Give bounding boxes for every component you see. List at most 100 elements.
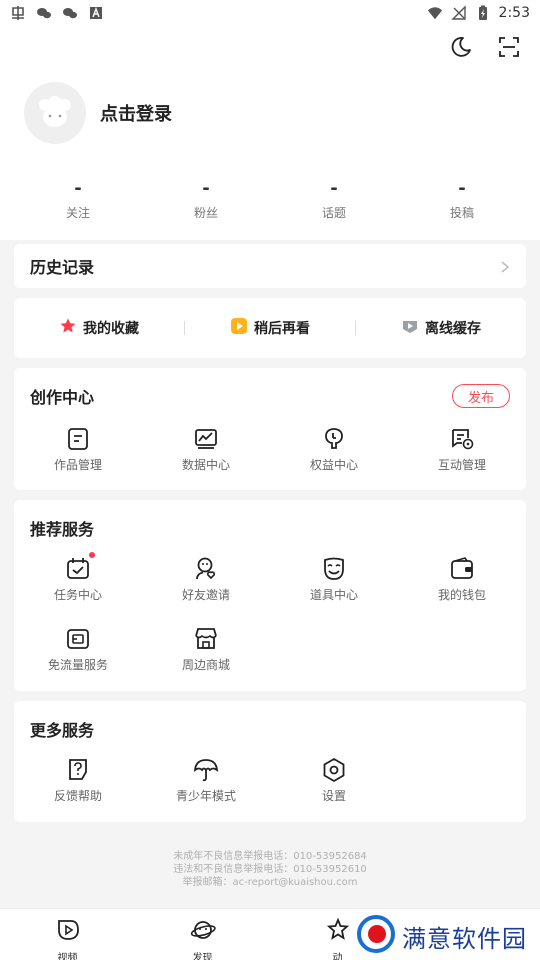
grid-label: 权益中心: [309, 458, 358, 472]
app-notification-icon: [10, 5, 26, 21]
quick-links: 我的收藏 稍后再看 离线缓存: [14, 298, 526, 358]
a-notification-icon: [88, 5, 104, 21]
task-center[interactable]: 任务中心: [14, 552, 142, 603]
avatar[interactable]: [24, 82, 86, 144]
section-title: 推荐服务: [30, 520, 95, 539]
works-icon: [65, 426, 91, 452]
creation-center-card: 创作中心 发布 作品管理 数据中心 权益中心 互动管理: [14, 368, 526, 490]
grid-label: 好友邀请: [181, 588, 230, 602]
footer-line: 未成年不良信息举报电话：010-53952684: [173, 851, 367, 862]
stat-value: -: [202, 178, 210, 199]
grid-label: 周边商城: [181, 658, 230, 672]
stats-row: - 关注 - 粉丝 - 话题 - 投稿: [14, 180, 526, 221]
nav-discover[interactable]: 发现: [135, 909, 270, 960]
play-later-icon: [230, 317, 248, 339]
top-actions: [448, 34, 522, 60]
nav-label: 动: [332, 953, 343, 960]
chevron-right-icon: [500, 259, 510, 273]
creation-grid: 作品管理 数据中心 权益中心 互动管理: [14, 426, 526, 473]
interaction-icon: [449, 426, 475, 452]
stat-topics[interactable]: - 话题: [270, 180, 398, 221]
merch-store[interactable]: 周边商城: [142, 626, 270, 673]
watch-later-label: 稍后再看: [254, 321, 310, 337]
stat-label: 关注: [65, 206, 90, 220]
section-title: 更多服务: [30, 721, 95, 740]
offline-cache-label: 离线缓存: [425, 321, 481, 337]
more-services-grid: 反馈帮助 青少年模式 设置: [14, 757, 526, 804]
site-watermark: 满意软件园: [354, 912, 533, 960]
publish-button[interactable]: 发布: [452, 384, 510, 408]
help-feedback-icon: [65, 757, 91, 783]
profile-login[interactable]: 点击登录: [24, 82, 172, 144]
battery-charging-icon: [475, 5, 491, 21]
grid-label: 我的钱包: [437, 588, 486, 602]
no-signal-icon: [450, 5, 467, 21]
data-chart-icon: [193, 426, 219, 452]
grid-label: 设置: [321, 789, 346, 803]
grid-label: 数据中心: [181, 458, 230, 472]
recommended-grid-row-1: 任务中心 好友邀请 道具中心 我的钱包: [14, 552, 526, 603]
planet-icon: [190, 917, 216, 947]
wechat-icon: [36, 5, 52, 21]
data-center[interactable]: 数据中心: [142, 426, 270, 473]
watermark-text: 满意软件园: [402, 924, 527, 953]
rights-icon: [321, 426, 347, 452]
works-management[interactable]: 作品管理: [14, 426, 142, 473]
footer-report-info: 未成年不良信息举报电话：010-53952684 违法和不良信息举报电话：010…: [0, 850, 540, 889]
wechat-icon: [62, 5, 78, 21]
friend-invite[interactable]: 好友邀请: [142, 556, 270, 603]
stat-submissions[interactable]: - 投稿: [398, 180, 526, 221]
stat-value: -: [74, 178, 82, 199]
invite-friend-icon: [193, 556, 219, 582]
free-data-service[interactable]: 免流量服务: [14, 626, 142, 673]
stat-label: 话题: [321, 206, 346, 220]
stat-value: -: [330, 178, 338, 199]
nav-label: 发现: [192, 953, 213, 960]
umbrella-icon: [193, 757, 219, 783]
grid-label: 免流量服务: [47, 658, 108, 672]
grid-label: 互动管理: [437, 458, 486, 472]
video-icon: [55, 917, 81, 947]
my-wallet[interactable]: 我的钱包: [398, 556, 526, 603]
scan-icon[interactable]: [496, 34, 522, 60]
settings[interactable]: 设置: [270, 757, 398, 804]
grid-label: 反馈帮助: [53, 789, 102, 803]
interaction-management[interactable]: 互动管理: [398, 426, 526, 473]
grid-label: 任务中心: [53, 588, 102, 602]
grid-label: 青少年模式: [175, 789, 236, 803]
task-calendar-icon: [65, 552, 95, 582]
favorites-button[interactable]: 我的收藏: [14, 317, 184, 339]
notification-badge: [89, 552, 95, 558]
wifi-icon: [427, 5, 443, 21]
status-bar: 2:53: [0, 0, 540, 26]
stat-label: 粉丝: [193, 206, 218, 220]
footer-line: 违法和不良信息举报电话：010-53952610: [173, 864, 367, 875]
status-time: 2:53: [498, 5, 530, 21]
star-icon: [59, 317, 77, 339]
wallet-icon: [449, 556, 475, 582]
stat-following[interactable]: - 关注: [14, 180, 142, 221]
dynamic-icon: [325, 917, 351, 947]
stat-followers[interactable]: - 粉丝: [142, 180, 270, 221]
stat-value: -: [458, 178, 466, 199]
feedback-help[interactable]: 反馈帮助: [14, 757, 142, 804]
sim-card-icon: [65, 626, 91, 652]
grid-label: 道具中心: [309, 588, 358, 602]
teen-mode[interactable]: 青少年模式: [142, 757, 270, 804]
history-card[interactable]: 历史记录: [14, 244, 526, 288]
recommended-grid-row-2: 免流量服务 周边商城: [14, 626, 526, 673]
watch-later-button[interactable]: 稍后再看: [185, 317, 355, 339]
props-center[interactable]: 道具中心: [270, 556, 398, 603]
rights-center[interactable]: 权益中心: [270, 426, 398, 473]
login-text[interactable]: 点击登录: [100, 100, 172, 126]
offline-cache-button[interactable]: 离线缓存: [356, 317, 526, 339]
watermark-logo-icon: [356, 914, 396, 958]
nav-video[interactable]: 视频: [0, 909, 135, 960]
footer-line: 举报邮箱：ac-report@kuaishou.com: [182, 877, 358, 888]
section-title: 创作中心: [30, 388, 95, 407]
night-mode-icon[interactable]: [448, 34, 474, 60]
recommended-services-card: 推荐服务 任务中心 好友邀请 道具中心 我的钱包 免流量服务 周边商城: [14, 500, 526, 691]
settings-icon: [321, 757, 347, 783]
favorites-label: 我的收藏: [83, 321, 139, 337]
more-services-card: 更多服务 反馈帮助 青少年模式 设置: [14, 701, 526, 822]
